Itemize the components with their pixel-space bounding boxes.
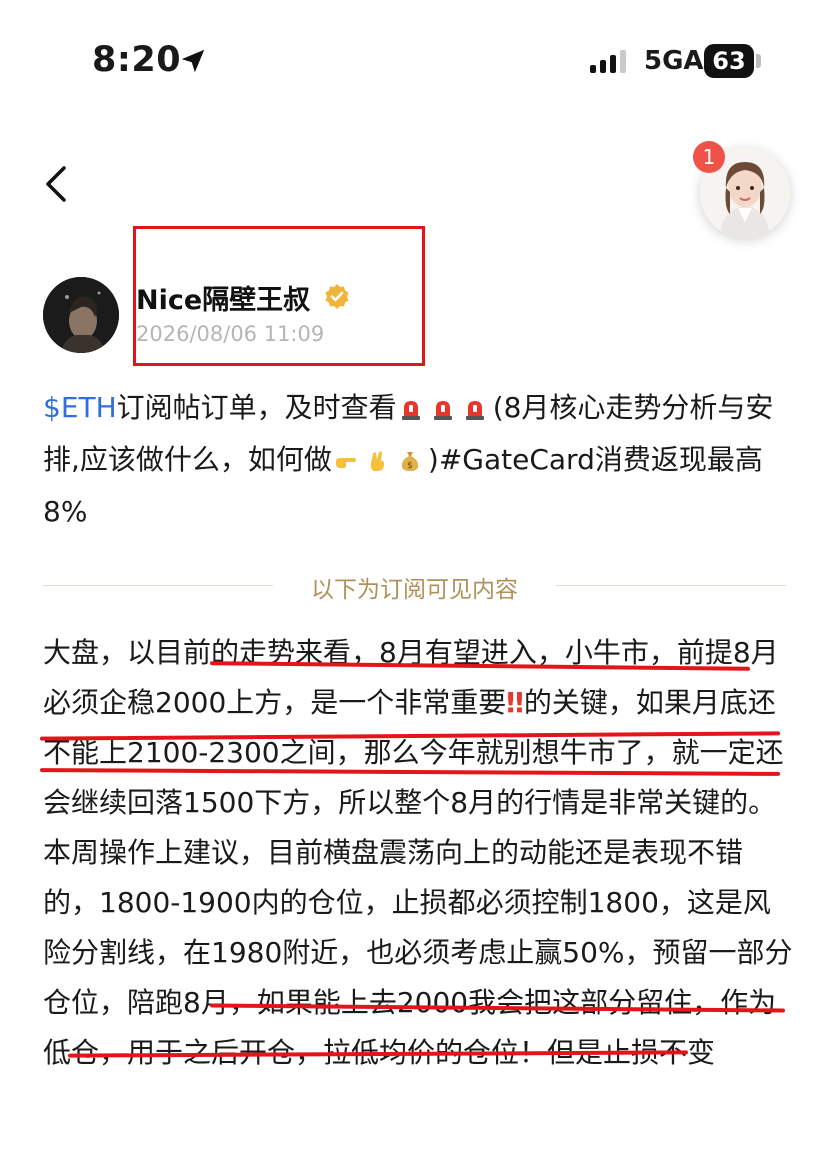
subscriber-divider-label: 以下为订阅可见内容 [311,577,518,603]
siren-emoji-icon [465,401,484,420]
signal-icon [590,50,626,73]
battery-level: 63 [712,47,746,75]
post-title: $ETH订阅帖订单，及时查看 (8月核心走势分析与安排,应该做什么，如何做 $)#G… [43,382,788,538]
title-text-1: 订阅帖订单，及时查看 [116,391,397,424]
battery-cap [756,54,761,68]
double-exclamation-icon: ‼ [506,686,524,719]
siren-emoji-icon [401,401,420,420]
money-bag-emoji-icon: $ [401,452,419,471]
status-time: 8:20 [92,40,182,80]
divider-line-left [43,585,273,586]
pointing-hand-emoji-icon [335,458,356,468]
siren-emoji-icon [433,401,452,420]
ticker-link[interactable]: $ETH [43,391,117,424]
location-arrow-icon [181,49,205,73]
divider-line-right [556,585,786,586]
author-avatar-image [43,277,119,353]
back-chevron-icon[interactable] [38,160,78,208]
author-avatar[interactable] [43,277,119,353]
network-label: 5GA [644,46,704,76]
red-highlight-box [133,226,425,366]
battery-icon: 63 [704,44,754,78]
status-bar: 8:20 5GA 63 [0,0,828,120]
crossed-fingers-emoji-icon [370,451,384,471]
svg-text:$: $ [407,461,413,471]
notification-badge: 1 [693,141,725,173]
body-paragraph-2: 本周操作上建议，目前横盘震荡向上的动能还是表现不错的，1800-1900内的仓位… [43,836,793,1069]
body-paragraph-1: 大盘，以目前的走势来看，8月有望进入，小牛市，前提8月必须企稳2000上方，是一… [43,628,793,828]
